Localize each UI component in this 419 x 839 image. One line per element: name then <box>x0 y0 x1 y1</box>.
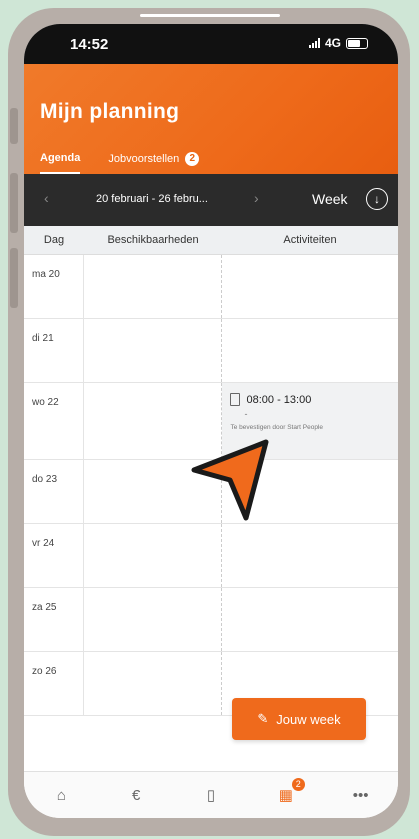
bottom-navigation: ⌂ € ▯ ▦ 2 ••• <box>24 771 398 818</box>
view-selector[interactable]: Week <box>312 191 348 207</box>
day-label: do 23 <box>24 460 84 523</box>
activity-time: 08:00 - 13:00 <box>246 393 312 406</box>
tab-badge: 2 <box>185 152 200 166</box>
activity-time-row: 08:00 - 13:00 <box>230 393 323 406</box>
availability-cell[interactable] <box>84 319 223 382</box>
document-nav-icon[interactable]: ▯ <box>196 786 226 804</box>
jouw-week-button[interactable]: ✎ Jouw week <box>232 698 366 740</box>
more-icon[interactable]: ••• <box>346 787 376 804</box>
availability-cell[interactable] <box>84 588 223 651</box>
table-row[interactable]: vr 24 <box>24 524 398 588</box>
mute-switch <box>10 108 18 144</box>
tab-jobvoorstellen-label: Jobvoorstellen <box>108 152 180 165</box>
tab-bar: Agenda Jobvoorstellen 2 <box>24 152 200 175</box>
tab-agenda-label: Agenda <box>40 152 81 164</box>
week-navigator: ‹ 20 februari - 26 febru... › Week ↓ <box>24 174 398 226</box>
column-header-beschikbaarheden: Beschikbaarheden <box>107 234 199 246</box>
chevron-right-icon[interactable]: › <box>254 190 259 206</box>
availability-cell[interactable] <box>84 524 223 587</box>
app-header: Mijn planning Agenda Jobvoorstellen 2 <box>24 64 398 175</box>
jouw-week-label: Jouw week <box>276 711 341 727</box>
table-row[interactable]: di 21 <box>24 319 398 383</box>
status-bar: 14:52 4G <box>24 24 398 64</box>
nav-badge: 2 <box>291 778 305 791</box>
column-header-activiteiten: Activiteiten <box>283 234 337 246</box>
activity-cell[interactable] <box>222 255 398 318</box>
table-header: Dag Beschikbaarheden Activiteiten <box>24 226 398 255</box>
chevron-left-icon[interactable]: ‹ <box>44 190 49 206</box>
euro-icon[interactable]: € <box>121 787 151 804</box>
status-time: 14:52 <box>70 36 109 53</box>
volume-up-button <box>10 173 18 233</box>
document-icon <box>230 393 241 406</box>
home-icon[interactable]: ⌂ <box>46 787 76 804</box>
calendar-icon[interactable]: ▦ 2 <box>271 778 305 804</box>
day-label: za 25 <box>24 588 84 651</box>
day-label: vr 24 <box>24 524 84 587</box>
table-row[interactable]: za 25 <box>24 588 398 652</box>
cursor-arrow-icon <box>191 439 269 521</box>
tab-jobvoorstellen[interactable]: Jobvoorstellen 2 <box>108 152 200 173</box>
download-icon[interactable]: ↓ <box>366 188 388 210</box>
day-label: di 21 <box>24 319 84 382</box>
volume-down-button <box>10 248 18 308</box>
availability-cell[interactable] <box>84 652 223 715</box>
day-label: ma 20 <box>24 255 84 318</box>
week-range[interactable]: 20 februari - 26 febru... <box>96 193 208 205</box>
table-row[interactable]: ma 20 <box>24 255 398 319</box>
day-label: zo 26 <box>24 652 84 715</box>
page-title: Mijn planning <box>40 100 180 123</box>
day-label: wo 22 <box>24 383 84 459</box>
signal-icon <box>308 38 320 48</box>
battery-icon <box>346 37 368 49</box>
activity-cell[interactable] <box>222 319 398 382</box>
activity-cell[interactable] <box>222 524 398 587</box>
frame-top-bar <box>140 14 280 17</box>
activity-cell[interactable] <box>222 588 398 651</box>
availability-cell[interactable] <box>84 255 223 318</box>
tab-agenda[interactable]: Agenda <box>40 152 81 175</box>
status-icons: 4G <box>308 36 368 50</box>
column-header-dag: Dag <box>43 234 65 246</box>
network-label: 4G <box>324 36 341 50</box>
pencil-icon: ✎ <box>257 711 269 726</box>
